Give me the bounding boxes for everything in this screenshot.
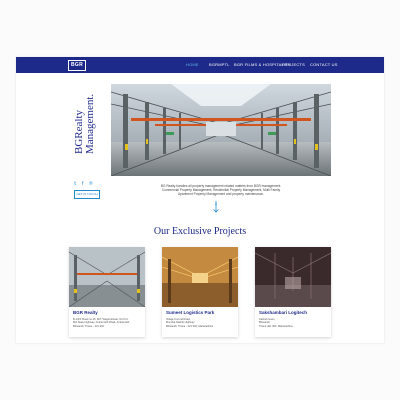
- project-name: BGR Realty: [73, 310, 98, 315]
- scroll-down-icon[interactable]: [212, 201, 220, 215]
- screenshot-frame: BGR HOME BGRMPTL BGR FILMS & HOSPITALITY…: [0, 0, 400, 400]
- hero-brand-title: BGRealty Management.: [73, 93, 96, 154]
- web-page: BGR HOME BGRMPTL BGR FILMS & HOSPITALITY…: [16, 57, 384, 343]
- about-text: BG Realty handles all property managemen…: [160, 184, 282, 196]
- nav-links: HOME BGRMPTL BGR FILMS & HOSPITALITY PRO…: [16, 57, 384, 73]
- pinterest-icon[interactable]: ℗: [89, 181, 93, 187]
- project-name: Sumeet Logistics Park: [166, 310, 215, 315]
- projects-section-title: Our Exclusive Projects: [153, 226, 247, 237]
- project-name: Sakshambari Logitech: [259, 310, 308, 315]
- address-line: Bhiwandi, Thane - 421 302, Maharashtra: [166, 324, 213, 328]
- twitter-icon[interactable]: 𝕥: [74, 181, 76, 187]
- address-line: Bhiwandi, Thane - 421 302: [73, 324, 104, 328]
- project-card-bgr-realty[interactable]: BGR Realty B-1/2/3 Road no.15, MIT, Wagl…: [69, 247, 145, 337]
- hero-title-line-2: Management.: [84, 93, 96, 154]
- warehouse-illustration: [111, 84, 331, 176]
- project-address: B-1/2/3 Road no.15, MIT, Wagle Estate, M…: [73, 318, 143, 328]
- nav-link-projects[interactable]: PROJECTS: [282, 62, 305, 68]
- address-line: Thane 421 302, Maharashtra: [259, 324, 293, 328]
- project-card-sakshambari-logitech[interactable]: Sakshambari Logitech Kasheli Gaon, Bhiwa…: [255, 247, 331, 337]
- project-address: Kasheli Gaon, Bhiwandi, Thane 421 302, M…: [259, 318, 329, 328]
- nav-link-contact-us[interactable]: CONTACT US: [310, 62, 338, 68]
- project-image: [162, 247, 238, 307]
- hero-warehouse-image: [111, 84, 331, 176]
- nav-link-home[interactable]: HOME: [186, 62, 199, 68]
- top-nav-bar: BGR HOME BGRMPTL BGR FILMS & HOSPITALITY…: [16, 57, 384, 73]
- project-image: [69, 247, 145, 307]
- project-card-sumeet-logistics-park[interactable]: Sumeet Logistics Park Village Kurund Roa…: [162, 247, 238, 337]
- project-image: [255, 247, 331, 307]
- project-address: Village Kurund Road, Mumbai Nashik Highw…: [166, 318, 236, 328]
- facebook-icon[interactable]: f: [82, 181, 83, 187]
- nav-link-bgrmptl[interactable]: BGRMPTL: [209, 62, 230, 68]
- get-in-touch-button[interactable]: GET IN TOUCH: [74, 190, 100, 199]
